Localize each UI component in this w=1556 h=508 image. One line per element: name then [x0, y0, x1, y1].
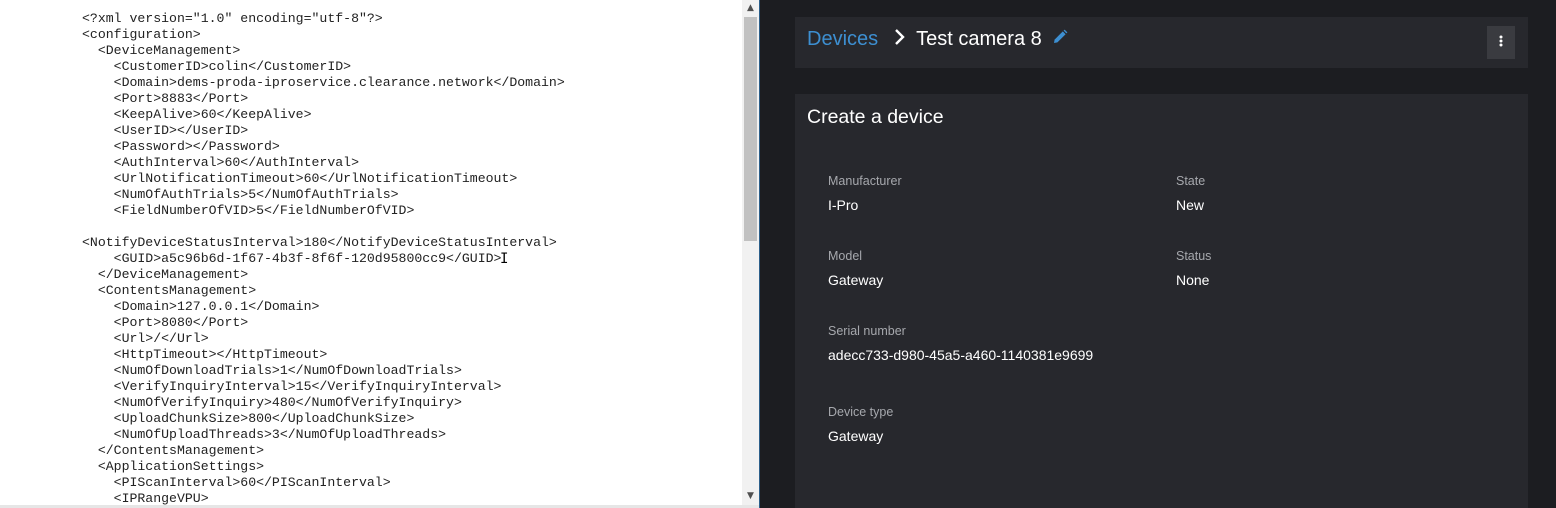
state-label: State [1176, 174, 1206, 188]
serial-number-value: adecc733-d980-45a5-a460-1140381e9699 [828, 347, 1094, 363]
status-field: Status None [1176, 249, 1211, 288]
manufacturer-label: Manufacturer [828, 174, 902, 188]
card-title: Create a device [807, 106, 944, 128]
pencil-icon[interactable] [1052, 28, 1068, 51]
chevron-right-icon [894, 28, 906, 52]
device-type-value: Gateway [828, 428, 884, 444]
page-title: Test camera 8 [916, 28, 1042, 50]
device-type-field: Device type Gateway [828, 405, 893, 444]
scroll-down-arrow-icon[interactable]: ▼ [742, 488, 759, 505]
device-details-card: Create a device Manufacturer I-Pro State… [795, 94, 1528, 508]
more-options-button[interactable] [1487, 26, 1515, 59]
scroll-up-arrow-icon[interactable]: ▲ [742, 0, 759, 17]
xml-scrollbar[interactable]: ▲ ▼ [742, 0, 759, 505]
header-bar: Devices Test camera 8 [795, 17, 1528, 68]
model-field: Model Gateway [828, 249, 883, 288]
manufacturer-value: I-Pro [828, 197, 859, 213]
serial-number-field: Serial number adecc733-d980-45a5-a460-11… [828, 324, 1093, 363]
status-value: None [1176, 272, 1210, 288]
device-app-pane: Devices Test camera 8 Create a device Ma… [760, 0, 1556, 508]
state-field: State New [1176, 174, 1205, 213]
xml-code-text[interactable]: <?xml version="1.0" encoding="utf-8"?> <… [82, 11, 565, 507]
xml-editor-pane[interactable]: <?xml version="1.0" encoding="utf-8"?> <… [0, 0, 760, 508]
status-label: Status [1176, 249, 1212, 263]
scrollbar-thumb[interactable] [744, 17, 757, 241]
more-vertical-icon [1499, 34, 1503, 52]
breadcrumb-devices-link[interactable]: Devices [807, 28, 878, 51]
serial-number-label: Serial number [828, 324, 906, 338]
state-value: New [1176, 197, 1205, 213]
manufacturer-field: Manufacturer I-Pro [828, 174, 902, 213]
model-label: Model [828, 249, 863, 263]
model-value: Gateway [828, 272, 884, 288]
text-cursor-icon: I [500, 251, 509, 267]
breadcrumb: Devices Test camera 8 [807, 17, 1068, 62]
device-type-label: Device type [828, 405, 894, 419]
